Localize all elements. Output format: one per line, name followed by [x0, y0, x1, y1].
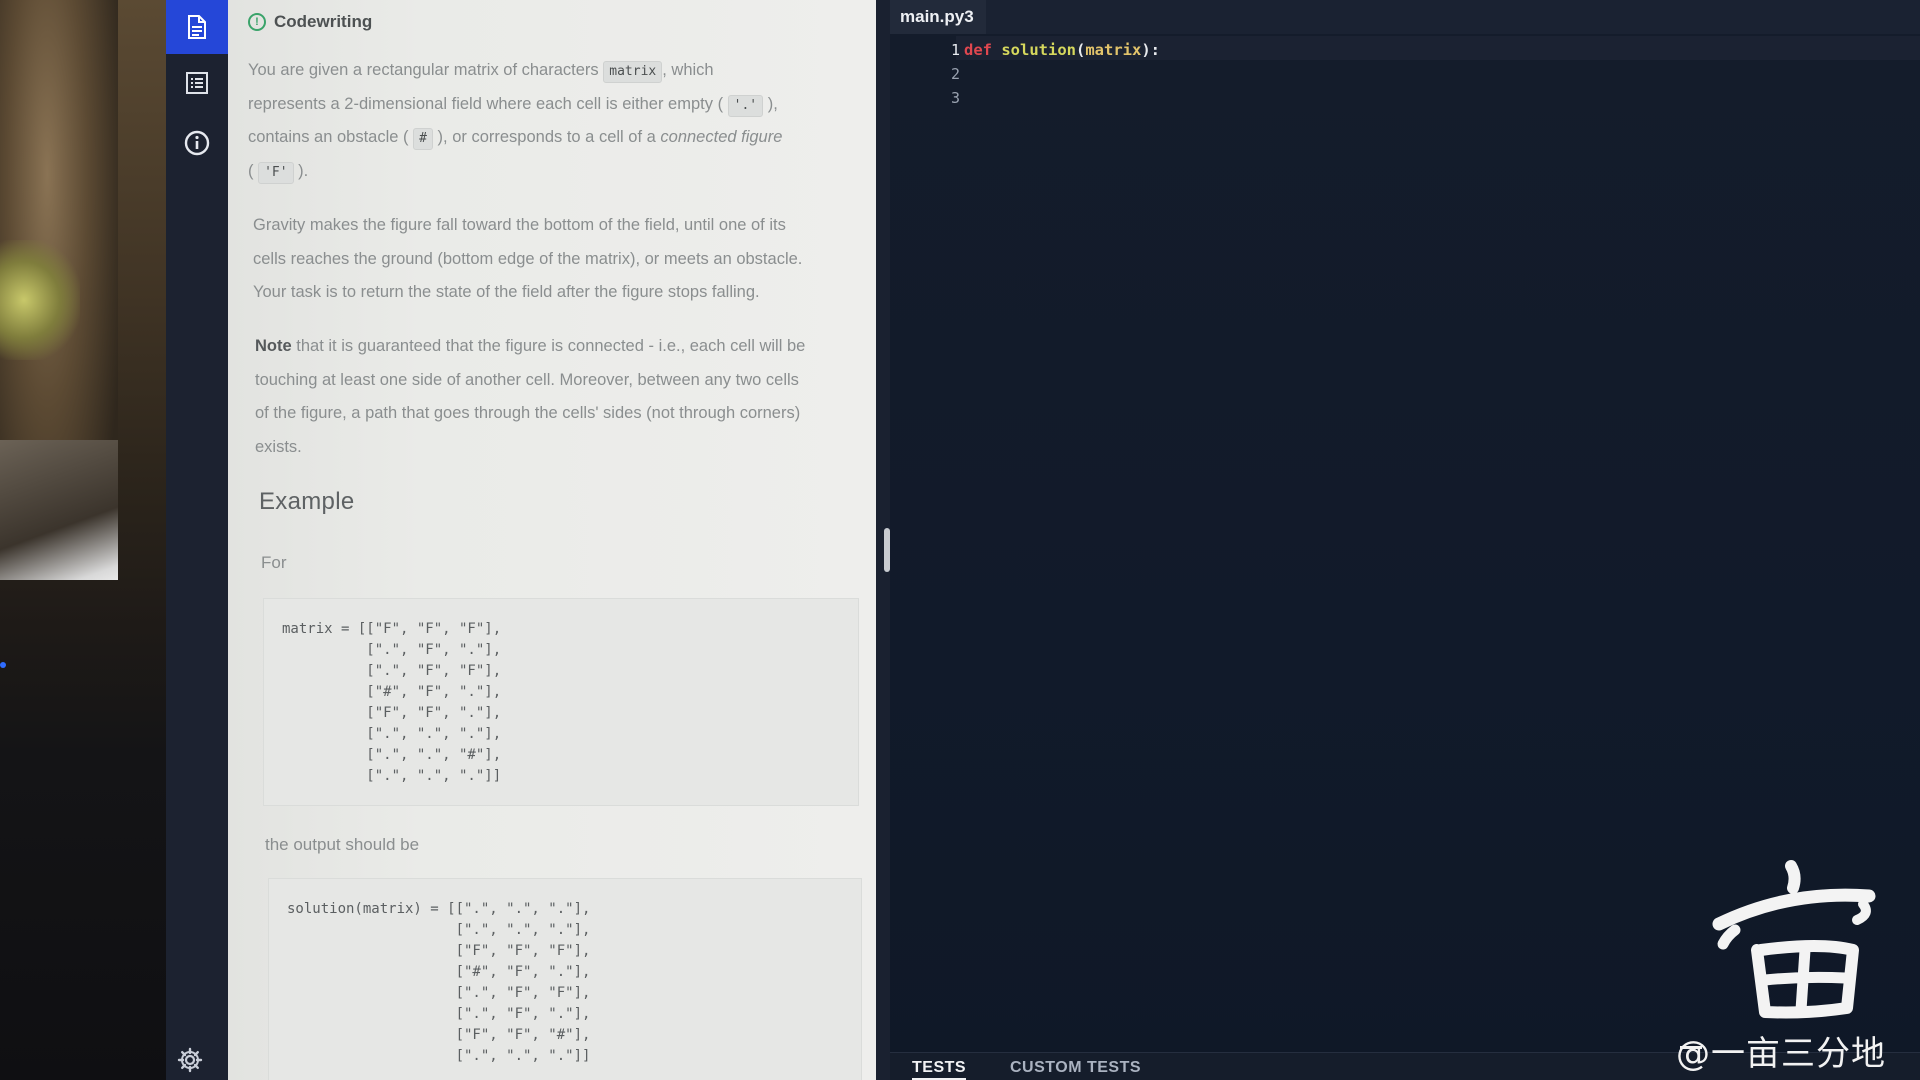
- parameter-token: matrix: [1085, 41, 1142, 59]
- task-title: Codewriting: [274, 12, 373, 31]
- example-output-label: the output should be: [265, 835, 420, 854]
- in-progress-icon: !: [248, 13, 266, 31]
- example-input-label: For: [261, 553, 287, 572]
- list-icon: [186, 72, 208, 94]
- info-icon: [184, 130, 210, 156]
- inline-code: '.': [727, 94, 764, 117]
- task-description-panel: ! Codewriting You are given a rectangula…: [228, 0, 876, 1080]
- task-header: ! Codewriting: [248, 12, 372, 32]
- background-plant: [0, 240, 80, 360]
- example-input-code: matrix = [["F", "F", "F"], [".", "F", ".…: [263, 598, 859, 806]
- description-note: Note that it is guaranteed that the figu…: [255, 330, 867, 464]
- text-line: cells reaches the ground (bottom edge of…: [253, 249, 803, 268]
- description-paragraph-2: Gravity makes the figure fall toward the…: [253, 209, 863, 310]
- punctuation-token: (: [1076, 41, 1086, 59]
- tab-custom-tests[interactable]: CUSTOM TESTS: [1010, 1059, 1141, 1077]
- text: You are given a rectangular matrix of ch…: [248, 61, 599, 79]
- settings-icon: [177, 1047, 203, 1073]
- function-name-token: solution: [1001, 41, 1076, 59]
- code-area[interactable]: def solution(matrix):: [964, 38, 1160, 62]
- text-line: of the figure, a path that goes through …: [255, 404, 801, 422]
- document-icon: [188, 15, 206, 39]
- text-line: Your task is to return the state of the …: [253, 283, 760, 301]
- text: that it is guaranteed that the figure is…: [296, 337, 806, 355]
- text: ), or corresponds to a cell of a: [437, 128, 656, 146]
- line-number: 1: [950, 41, 960, 59]
- watermark-logo-icon: [1712, 860, 1876, 1019]
- tab-main-py3[interactable]: main.py3: [890, 0, 986, 34]
- description-paragraph-1: You are given a rectangular matrix of ch…: [248, 54, 858, 188]
- note-label: Note: [255, 337, 292, 355]
- description-tab-button[interactable]: [166, 0, 228, 54]
- punctuation-token: ):: [1141, 41, 1161, 59]
- text: contains an obstacle (: [248, 128, 409, 146]
- text: ).: [298, 161, 309, 180]
- background-shelf: [0, 440, 118, 580]
- tab-tests[interactable]: TESTS: [912, 1059, 967, 1080]
- settings-button[interactable]: [159, 1040, 221, 1080]
- text: (: [248, 161, 254, 180]
- example-heading: Example: [259, 488, 355, 515]
- inline-code: matrix: [603, 61, 663, 83]
- text: , which: [662, 61, 714, 79]
- watermark-text: @一亩三分地: [1676, 1034, 1886, 1074]
- list-tab-button[interactable]: [166, 56, 228, 110]
- editor-tab-bar: main.py3: [890, 0, 1920, 34]
- info-tab-button[interactable]: [166, 116, 228, 170]
- text: represents a 2-dimensional field where e…: [248, 94, 724, 113]
- keyword-token: def: [964, 41, 992, 59]
- line-number-gutter: 1 2 3: [920, 38, 960, 110]
- inline-code: 'F': [258, 161, 294, 184]
- text-line: Gravity makes the figure fall toward the…: [253, 216, 786, 234]
- emphasis-text: connected figure: [660, 128, 783, 146]
- line-number: 2: [950, 65, 960, 83]
- line-number: 3: [950, 89, 960, 107]
- text-line: exists.: [255, 437, 302, 456]
- inline-code: #: [413, 128, 433, 150]
- text: ),: [767, 94, 778, 113]
- example-output-code: solution(matrix) = [[".", ".", "."], [".…: [268, 878, 862, 1080]
- text-line: touching at least one side of another ce…: [255, 370, 799, 389]
- icon-rail: [166, 0, 228, 1080]
- background-light-dot: [0, 662, 6, 668]
